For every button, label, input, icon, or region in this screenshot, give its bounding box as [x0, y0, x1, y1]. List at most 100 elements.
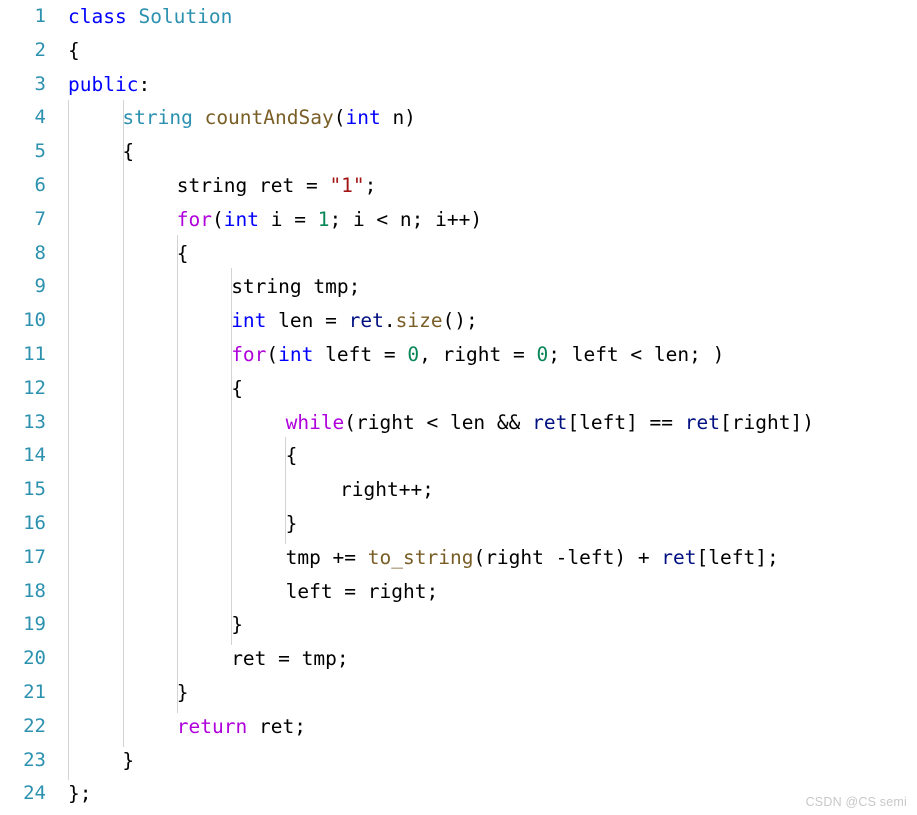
token-plain: ();: [442, 309, 478, 333]
code-line[interactable]: 6 string ret = "1";: [0, 169, 917, 203]
code-editor[interactable]: 1 class Solution 2{3 public: 4 string countAn…: [0, 0, 917, 815]
code-line[interactable]: 18 left = right;: [0, 575, 917, 609]
code-line[interactable]: 3 public:: [0, 68, 917, 102]
token-num: 1: [317, 207, 330, 231]
line-number: 22: [23, 714, 46, 737]
token-ctl: while: [285, 410, 345, 434]
token-plain: (: [266, 342, 279, 366]
line-number: 23: [23, 748, 46, 771]
token-kw: int: [278, 342, 314, 366]
code-text: {: [177, 237, 189, 271]
token-var: ret: [348, 309, 384, 333]
token-func: size: [395, 309, 443, 333]
line-number: 14: [23, 444, 46, 467]
line-number: 10: [23, 309, 46, 332]
code-text: tmp += to_string(right -left) + ret[left…: [286, 541, 779, 575]
code-line[interactable]: 2{: [0, 34, 917, 68]
token-plain: };: [68, 782, 92, 806]
line-number: 9: [34, 275, 46, 298]
code-line[interactable]: 20 ret = tmp;: [0, 642, 917, 676]
line-number: 7: [34, 207, 46, 230]
token-plain: left = right;: [285, 579, 439, 603]
code-text: class Solution: [68, 0, 232, 34]
code-line[interactable]: 17 tmp += to_string(right -left) + ret[le…: [0, 541, 917, 575]
token-plain: }: [176, 680, 189, 704]
code-line[interactable]: 9 string tmp;: [0, 270, 917, 304]
token-plain: [left];: [696, 545, 779, 569]
code-text: return ret;: [177, 710, 306, 744]
token-num: 0: [536, 342, 549, 366]
token-kw: class: [68, 5, 139, 28]
token-ctl: for: [176, 207, 213, 231]
token-kw: public: [68, 72, 139, 96]
code-line[interactable]: 15 right++;: [0, 473, 917, 507]
code-text: }: [286, 507, 298, 541]
token-plain: }: [122, 748, 135, 772]
code-text: }: [177, 676, 189, 710]
code-text: {: [231, 372, 243, 406]
token-plain: len =: [266, 309, 349, 333]
line-number: 19: [23, 613, 46, 636]
line-number: 2: [34, 38, 46, 61]
line-number: 12: [23, 376, 46, 399]
code-line[interactable]: 12 {: [0, 372, 917, 406]
code-line[interactable]: 23}: [0, 744, 917, 778]
token-plain: {: [285, 444, 298, 468]
line-number: 11: [23, 342, 46, 365]
token-plain: {: [176, 241, 189, 265]
code-line[interactable]: 22 return ret;: [0, 710, 917, 744]
code-text: }: [122, 744, 134, 778]
code-line[interactable]: 7 for(int i = 1; i < n; i++): [0, 203, 917, 237]
code-text: int len = ret.size();: [231, 304, 478, 338]
code-line[interactable]: 11 for(int left = 0, right = 0; left < le…: [0, 338, 917, 372]
code-line[interactable]: 4 string countAndSay(int n): [0, 101, 917, 135]
line-number: 20: [23, 647, 46, 670]
line-number: 5: [34, 140, 46, 163]
token-type: Solution: [138, 5, 233, 28]
token-plain: [right]): [720, 410, 814, 434]
token-plain: string: [176, 173, 259, 197]
token-plain: [left] ==: [567, 410, 685, 434]
token-plain: right++;: [340, 478, 434, 502]
line-number: 24: [23, 782, 46, 805]
token-plain: left =: [313, 342, 408, 366]
token-str: "1": [329, 173, 365, 197]
line-number: 3: [34, 72, 46, 95]
code-line[interactable]: 16}: [0, 507, 917, 541]
line-number: 17: [23, 545, 46, 568]
code-text: {: [286, 439, 298, 473]
code-line[interactable]: 21}: [0, 676, 917, 710]
code-line[interactable]: 5{: [0, 135, 917, 169]
code-line[interactable]: 24};: [0, 777, 917, 811]
token-plain: }: [231, 613, 243, 637]
code-line[interactable]: 1 class Solution: [0, 0, 917, 34]
token-plain: ;: [364, 173, 377, 197]
line-number: 13: [23, 410, 46, 433]
token-func: countAndSay: [204, 106, 334, 130]
line-number: 18: [23, 579, 46, 602]
token-plain: n): [380, 106, 416, 130]
code-line[interactable]: 10 int len = ret.size();: [0, 304, 917, 338]
token-var: ret: [661, 545, 697, 569]
code-line[interactable]: 14 {: [0, 439, 917, 473]
token-plain: ret =: [258, 173, 330, 197]
code-text: for(int i = 1; i < n; i++): [177, 203, 482, 237]
code-text: left = right;: [286, 575, 439, 609]
token-plain: ret;: [247, 714, 306, 738]
token-plain: string tmp;: [231, 275, 361, 299]
token-plain: ; left < len; ): [548, 342, 725, 366]
token-plain: {: [231, 376, 243, 400]
token-plain: (: [212, 207, 224, 231]
token-plain: tmp +=: [285, 545, 368, 569]
code-line[interactable]: 8{: [0, 237, 917, 271]
code-line[interactable]: 13 while(right < len && ret[left] == ret[…: [0, 406, 917, 440]
token-type: string: [122, 106, 205, 130]
code-text: string countAndSay(int n): [122, 101, 416, 135]
code-line[interactable]: 19}: [0, 608, 917, 642]
token-plain: (right < len &&: [344, 410, 533, 434]
token-kw: int: [231, 309, 267, 333]
line-number: 16: [23, 511, 46, 534]
line-number: 1: [34, 5, 46, 27]
token-plain: i =: [259, 207, 318, 231]
code-text: };: [68, 777, 91, 811]
